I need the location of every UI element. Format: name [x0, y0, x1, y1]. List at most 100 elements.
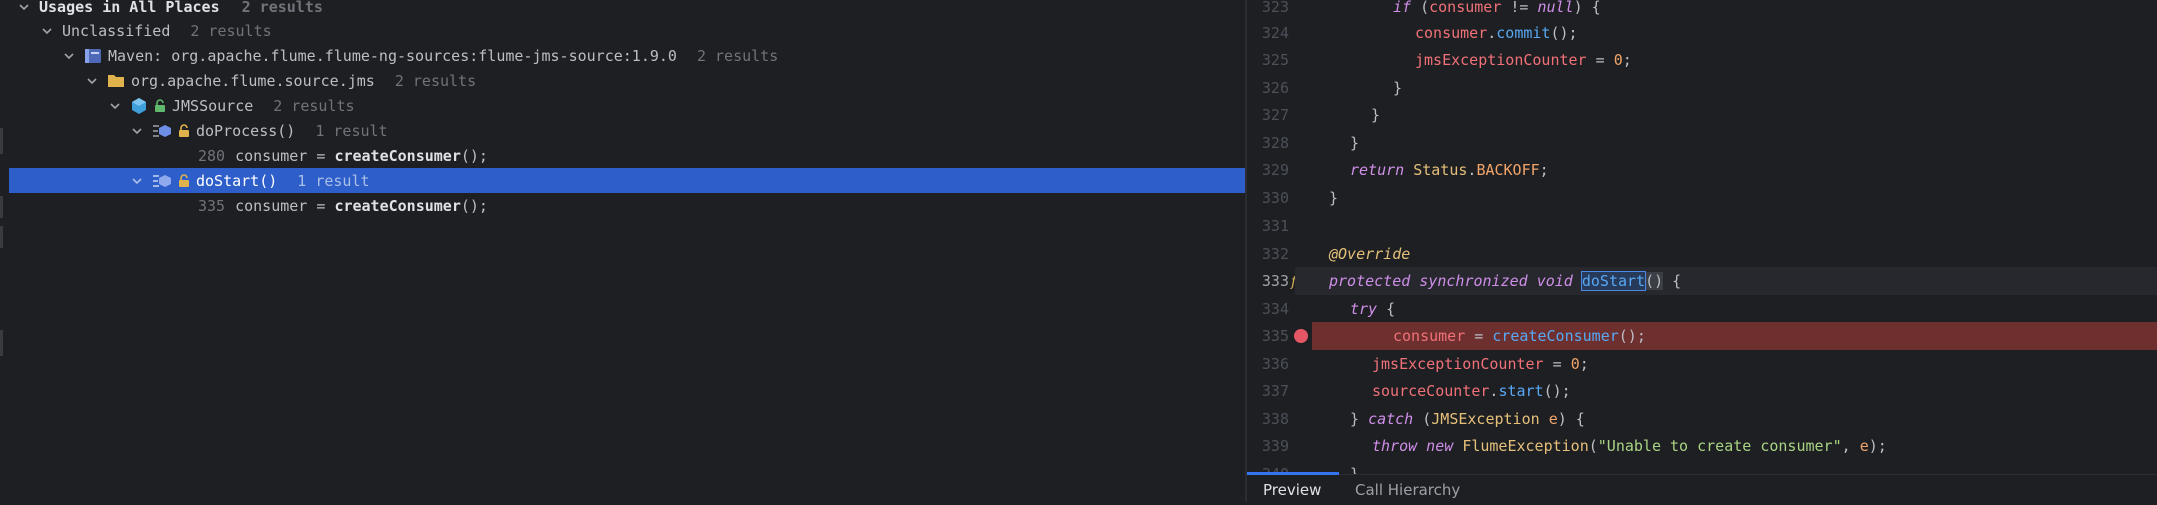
class-icon — [130, 97, 148, 115]
strip-marker — [0, 330, 3, 356]
code-token: } — [1371, 106, 1381, 124]
tree-node-unclassified[interactable]: Unclassified 2 results — [9, 18, 1245, 43]
line-number: 338 — [1261, 410, 1289, 428]
usage-code-suffix: (); — [460, 196, 488, 215]
code-token: (); — [1550, 24, 1578, 42]
code-line-330: } — [1295, 184, 2157, 212]
code-token: null — [1537, 0, 1574, 16]
chevron-down-icon[interactable] — [40, 24, 54, 38]
strip-marker — [0, 196, 3, 218]
code-token: FlumeException — [1462, 437, 1589, 455]
tab-preview[interactable]: Preview — [1247, 472, 1339, 503]
code-token: (); — [1618, 327, 1646, 345]
line-number: 336 — [1261, 355, 1289, 373]
code-token-highlighted: doStart — [1580, 271, 1647, 291]
code-line-335-breakpoint: consumer = createConsumer(); — [1312, 322, 2157, 350]
line-number: 324 — [1261, 24, 1289, 42]
chevron-down-icon[interactable] — [130, 124, 144, 138]
chevron-down-icon[interactable] — [85, 74, 99, 88]
usages-count: 2 results — [241, 0, 323, 16]
code-token: jmsExceptionCounter — [1372, 355, 1544, 373]
code-token: ( — [1413, 410, 1432, 428]
unclassified-count: 2 results — [190, 21, 272, 40]
code-line-333: protected synchronized void doStart() { — [1295, 267, 2157, 295]
method-count: 1 result — [315, 121, 388, 140]
code-token: { — [1663, 272, 1682, 290]
left-tool-strip — [0, 0, 9, 502]
line-number: 323 — [1261, 0, 1289, 16]
usage-line-row[interactable]: 335 consumer = createConsumer (); — [9, 193, 1245, 218]
code-line-328: } — [1295, 129, 2157, 157]
tab-call-hierarchy[interactable]: Call Hierarchy — [1339, 475, 1476, 503]
line-number: 326 — [1261, 79, 1289, 97]
code-token: = — [1586, 51, 1614, 69]
breakpoint-icon[interactable] — [1294, 329, 1308, 343]
code-token: "Unable to create consumer" — [1597, 437, 1842, 455]
code-line-326: } — [1295, 74, 2157, 102]
code-line-324: consumer.commit(); — [1295, 19, 2157, 47]
line-number: 328 — [1261, 134, 1289, 152]
code-token: ; — [1539, 161, 1549, 179]
usage-line-number: 280 — [198, 146, 226, 165]
code-token: = — [1465, 327, 1493, 345]
tree-node-package[interactable]: org.apache.flume.source.jms 2 results — [9, 68, 1245, 93]
code-token: BACKOFF — [1476, 161, 1540, 179]
module-label: Maven: org.apache.flume.flume-ng-sources… — [108, 46, 677, 65]
code-preview-editor[interactable]: 323 324 325 326 327 328 329 330 331 332 … — [1247, 0, 2157, 474]
code-line-332: @Override — [1295, 240, 2157, 268]
usage-line-row[interactable]: 280 consumer = createConsumer (); — [9, 143, 1245, 168]
line-number: 329 — [1261, 161, 1289, 179]
package-count: 2 results — [394, 71, 477, 90]
chevron-down-icon[interactable] — [62, 49, 76, 63]
usage-code-prefix: consumer = — [235, 196, 335, 215]
method-icon — [152, 173, 172, 189]
code-token: jmsExceptionCounter — [1415, 51, 1587, 69]
code-line-323: if (consumer != null) { — [1295, 0, 2157, 21]
usages-header-row[interactable]: Usages in All Places 2 results — [9, 0, 1245, 19]
code-token: } — [1393, 79, 1403, 97]
code-token: = — [1543, 355, 1571, 373]
class-count: 2 results — [273, 96, 355, 115]
usage-line-number: 335 — [198, 196, 226, 215]
lock-icon — [178, 123, 190, 138]
code-token: , — [1841, 437, 1860, 455]
module-icon — [84, 48, 102, 64]
line-number-gutter: 323 324 325 326 327 328 329 330 331 332 … — [1247, 0, 1295, 474]
chevron-down-icon[interactable] — [130, 174, 144, 188]
active-tab-indicator — [1247, 472, 1339, 475]
tree-node-class[interactable]: JMSSource 2 results — [9, 93, 1245, 118]
code-token: sourceCounter — [1372, 382, 1490, 400]
usages-title: Usages in All Places — [39, 0, 220, 16]
line-number: 331 — [1261, 217, 1289, 235]
line-number: 339 — [1261, 437, 1289, 455]
chevron-down-icon[interactable] — [17, 0, 31, 14]
code-token: if — [1393, 0, 1412, 16]
module-count: 2 results — [696, 46, 779, 65]
code-line-329: return Status.BACKOFF; — [1295, 156, 2157, 184]
chevron-down-icon[interactable] — [108, 99, 122, 113]
code-line-339: throw new FlumeException("Unable to crea… — [1295, 432, 2157, 460]
tree-node-method-selected[interactable]: doStart() 1 result — [9, 168, 1245, 193]
code-token: ( — [1411, 0, 1430, 16]
code-token: ; — [1622, 51, 1632, 69]
code-token: catch — [1368, 410, 1414, 428]
code-token: 0 — [1613, 51, 1623, 69]
code-token: . — [1487, 24, 1497, 42]
code-token: consumer — [1415, 24, 1488, 42]
tree-node-module[interactable]: Maven: org.apache.flume.flume-ng-sources… — [9, 43, 1245, 68]
tab-preview-label: Preview — [1263, 481, 1322, 499]
code-token: ) { — [1557, 410, 1585, 428]
code-line-336: jmsExceptionCounter = 0; — [1295, 350, 2157, 378]
line-number: 334 — [1261, 300, 1289, 318]
line-number: 327 — [1261, 106, 1289, 124]
code-token: } — [1350, 465, 1360, 474]
lock-icon — [178, 173, 190, 188]
code-token: ) { — [1573, 0, 1601, 16]
code-token: consumer — [1393, 327, 1466, 345]
tab-call-hierarchy-label: Call Hierarchy — [1355, 481, 1461, 499]
tree-node-method[interactable]: doProcess() 1 result — [9, 118, 1245, 143]
line-number: 337 — [1261, 382, 1289, 400]
